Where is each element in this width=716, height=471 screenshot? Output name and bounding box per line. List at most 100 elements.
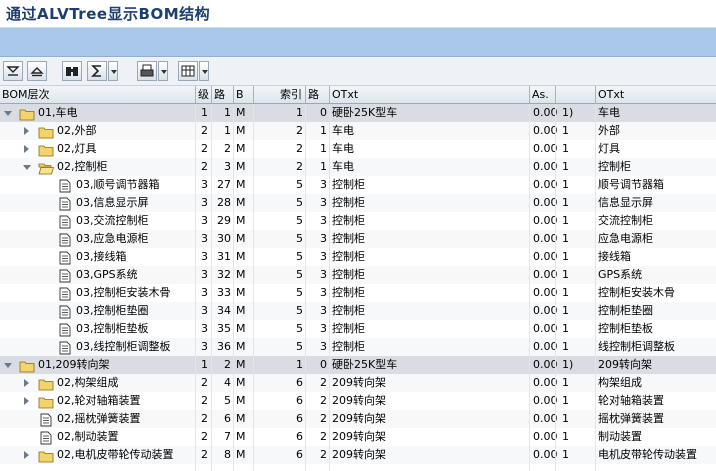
table-row[interactable]: 03,控制柜垫圈 3 34 M 5 3 控制柜 0.00 1 控制柜垫圈 bbox=[0, 302, 716, 320]
cell-flag: 1 bbox=[562, 322, 569, 335]
column-divider bbox=[195, 104, 196, 471]
cell-index: 5 bbox=[296, 322, 303, 335]
title-bar: 通过ALVTree显示BOM结构 bbox=[0, 0, 716, 27]
col-route2[interactable]: 路 bbox=[306, 86, 330, 103]
cell-b: M bbox=[236, 124, 246, 137]
expand-node-toggle[interactable] bbox=[24, 451, 29, 459]
cell-otxt2: 轮对轴箱装置 bbox=[598, 394, 664, 407]
cell-level: 2 bbox=[201, 412, 208, 425]
table-row[interactable]: 03,控制柜安装木骨 3 33 M 5 3 控制柜 0.00 1 控制柜安装木骨 bbox=[0, 284, 716, 302]
cell-flag: 1 bbox=[562, 376, 569, 389]
cell-otxt2: 摇枕弹簧装置 bbox=[598, 412, 664, 425]
cell-b: M bbox=[236, 412, 246, 425]
col-b[interactable]: B bbox=[234, 86, 254, 103]
col-route[interactable]: 路 bbox=[212, 86, 234, 103]
expand-node-toggle[interactable] bbox=[24, 397, 29, 405]
tree-node-label[interactable]: 03,接线箱 bbox=[76, 248, 127, 266]
cell-flag: 1) bbox=[562, 106, 574, 119]
cell-route: 1 bbox=[224, 124, 231, 137]
table-row[interactable]: 02,控制柜 2 3 M 2 1 车电 0.00 1 控制柜 bbox=[0, 158, 716, 176]
table-row[interactable]: 03,顺号调节器箱 3 27 M 5 3 控制柜 0.00 1 顺号调节器箱 bbox=[0, 176, 716, 194]
tree-node-label[interactable]: 02,轮对轴箱装置 bbox=[57, 392, 141, 410]
table-row[interactable]: 03,控制柜垫板 3 35 M 5 3 控制柜 0.00 1 控制柜垫板 bbox=[0, 320, 716, 338]
cell-level: 2 bbox=[201, 376, 208, 389]
collapse-node-toggle[interactable] bbox=[23, 165, 31, 170]
cell-b: M bbox=[236, 178, 246, 191]
tree-node-label[interactable]: 02,控制柜 bbox=[57, 158, 108, 176]
col-index[interactable]: 索引 bbox=[254, 86, 306, 103]
cell-index: 6 bbox=[296, 448, 303, 461]
layout-dropdown[interactable] bbox=[199, 61, 209, 81]
cell-otxt: 控制柜 bbox=[332, 214, 365, 227]
table-row[interactable]: 02,摇枕弹簧装置 2 6 M 6 2 209转向架 0.00 1 摇枕弹簧装置 bbox=[0, 410, 716, 428]
table-row[interactable]: 02,外部 2 1 M 2 1 车电 0.00 1 外部 bbox=[0, 122, 716, 140]
collapse-all-button[interactable] bbox=[27, 61, 47, 81]
cell-otxt2: 209转向架 bbox=[598, 358, 652, 371]
tree-node-label[interactable]: 02,摇枕弹簧装置 bbox=[57, 410, 141, 428]
table-row[interactable]: 03,信息显示屏 3 28 M 5 3 控制柜 0.00 1 信息显示屏 bbox=[0, 194, 716, 212]
table-row[interactable]: 01,209转向架 1 2 M 1 0 硬卧25K型车 0.00 1) 209转向架 bbox=[0, 356, 716, 374]
table-row[interactable]: 02,灯具 2 2 M 2 1 车电 0.00 1 灯具 bbox=[0, 140, 716, 158]
table-row[interactable]: 01,车电 1 1 M 1 0 硬卧25K型车 0.00 1) 车电 bbox=[0, 104, 716, 122]
cell-level: 3 bbox=[201, 214, 208, 227]
tree-node-label[interactable]: 03,信息显示屏 bbox=[76, 194, 149, 212]
cell-otxt2: 电机皮带轮传动装置 bbox=[598, 448, 697, 461]
table-row[interactable]: 02,电机皮带轮传动装置 2 8 M 6 2 209转向架 0.00 1 电机皮带轮传动装置 bbox=[0, 446, 716, 464]
tree-node-label[interactable]: 03,控制柜垫板 bbox=[76, 320, 149, 338]
col-flag[interactable] bbox=[556, 86, 596, 103]
cell-index: 5 bbox=[296, 250, 303, 263]
tree-node-label[interactable]: 01,车电 bbox=[38, 104, 78, 122]
table-row[interactable]: 03,接线箱 3 31 M 5 3 控制柜 0.00 1 接线箱 bbox=[0, 248, 716, 266]
table-row[interactable]: 02,构架组成 2 4 M 6 2 209转向架 0.00 1 构架组成 bbox=[0, 374, 716, 392]
tree-node-label[interactable]: 03,应急电源柜 bbox=[76, 230, 149, 248]
tree-node-label[interactable]: 02,外部 bbox=[57, 122, 97, 140]
collapse-node-toggle[interactable] bbox=[4, 363, 12, 368]
collapse-node-toggle[interactable] bbox=[4, 111, 12, 116]
table-row[interactable]: 03,交流控制柜 3 29 M 5 3 控制柜 0.00 1 交流控制柜 bbox=[0, 212, 716, 230]
expand-node-toggle[interactable] bbox=[24, 379, 29, 387]
collapse-icon bbox=[30, 67, 44, 77]
table-row[interactable]: 03,线控制柜调整板 3 36 M 5 3 控制柜 0.00 1 线控制柜调整板 bbox=[0, 338, 716, 356]
tree-node-label[interactable]: 03,GPS系统 bbox=[76, 266, 138, 284]
tree-node-label[interactable]: 03,线控制柜调整板 bbox=[76, 338, 171, 356]
table-row[interactable]: 03,GPS系统 3 32 M 5 3 控制柜 0.00 1 GPS系统 bbox=[0, 266, 716, 284]
find-button[interactable] bbox=[62, 61, 82, 81]
cell-flag: 1 bbox=[562, 412, 569, 425]
expand-icon bbox=[6, 66, 20, 76]
tree-node-label[interactable]: 03,顺号调节器箱 bbox=[76, 176, 160, 194]
layout-button[interactable] bbox=[178, 61, 198, 81]
col-bom-level[interactable]: BOM层次 bbox=[0, 86, 196, 103]
printer-icon bbox=[140, 64, 154, 77]
sum-button[interactable] bbox=[87, 61, 107, 81]
tree-node-label[interactable]: 03,控制柜安装木骨 bbox=[76, 284, 171, 302]
col-as[interactable]: As. bbox=[530, 86, 556, 103]
print-button[interactable] bbox=[137, 61, 157, 81]
cell-flag: 1 bbox=[562, 160, 569, 173]
sum-dropdown[interactable] bbox=[108, 61, 118, 81]
expand-all-button[interactable] bbox=[3, 61, 23, 81]
cell-otxt: 控制柜 bbox=[332, 268, 365, 281]
col-otxt2[interactable]: OTxt bbox=[596, 86, 716, 103]
expand-node-toggle[interactable] bbox=[24, 127, 29, 135]
tree-node-label[interactable]: 01,209转向架 bbox=[38, 356, 110, 374]
cell-b: M bbox=[236, 304, 246, 317]
print-dropdown[interactable] bbox=[158, 61, 168, 81]
cell-index: 5 bbox=[296, 286, 303, 299]
col-level[interactable]: 级 bbox=[196, 86, 212, 103]
tree-node-label[interactable]: 02,灯具 bbox=[57, 140, 97, 158]
table-row[interactable]: 02,制动装置 2 7 M 6 2 209转向架 0.00 1 制动装置 bbox=[0, 428, 716, 446]
expand-node-toggle[interactable] bbox=[24, 145, 29, 153]
cell-route: 27 bbox=[217, 178, 231, 191]
col-otxt[interactable]: OTxt bbox=[330, 86, 530, 103]
tree-node-label[interactable]: 02,电机皮带轮传动装置 bbox=[57, 446, 174, 464]
tree-node-label[interactable]: 03,控制柜垫圈 bbox=[76, 302, 149, 320]
tree-node-label[interactable]: 03,交流控制柜 bbox=[76, 212, 149, 230]
table-row[interactable]: 03,应急电源柜 3 30 M 5 3 控制柜 0.00 1 应急电源柜 bbox=[0, 230, 716, 248]
tree-node-label[interactable]: 02,构架组成 bbox=[57, 374, 119, 392]
cell-otxt: 控制柜 bbox=[332, 250, 365, 263]
tree-node-label[interactable]: 02,制动装置 bbox=[57, 428, 119, 446]
cell-flag: 1 bbox=[562, 214, 569, 227]
cell-flag: 1 bbox=[562, 142, 569, 155]
cell-flag: 1 bbox=[562, 196, 569, 209]
table-row[interactable]: 02,轮对轴箱装置 2 5 M 6 2 209转向架 0.00 1 轮对轴箱装置 bbox=[0, 392, 716, 410]
